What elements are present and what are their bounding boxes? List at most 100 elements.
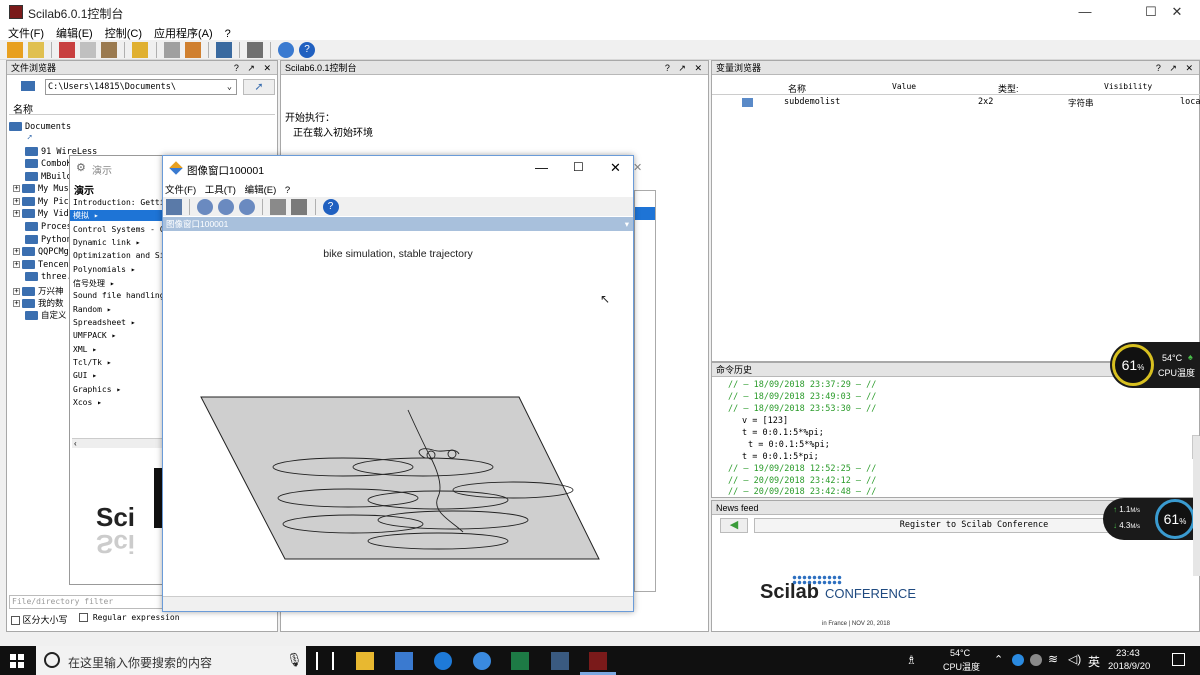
figure-menu-file[interactable]: 文件(F) [165,185,196,196]
demo-item[interactable]: 模拟 ▸ [70,210,164,221]
history-entry[interactable]: // — 18/09/2018 23:37:29 — // [728,380,876,390]
tray-volume-icon[interactable]: ◁) [1068,652,1081,666]
column-header[interactable]: 名称 [9,101,275,116]
path-combo[interactable]: C:\Users\14815\Documents\ ⌄ [45,79,237,95]
figure-menu-tools[interactable]: 工具(T) [205,185,236,196]
demo-item[interactable]: Spreadsheet ▸ [73,318,136,327]
history-entry[interactable]: v = [123] [742,416,788,426]
demo-item[interactable]: Tcl/Tk ▸ [73,358,112,367]
news-back-button[interactable]: ◀ [720,518,748,533]
cpu-widget[interactable]: 61% 54°C ♠ CPU温度 [1110,342,1200,388]
tree-item[interactable]: + My Pic [13,197,69,207]
figure-menu-help[interactable]: ? [285,185,290,196]
open-folder-icon[interactable] [28,42,45,58]
demo-item[interactable]: Graphics ▸ [73,385,121,394]
ime-indicator[interactable]: 英 [1088,653,1100,670]
datatip-icon[interactable] [166,199,182,215]
history-entry[interactable]: t = 0:0.1:5*%pi; [748,440,830,450]
col-value[interactable]: Value [892,82,916,91]
tree-item[interactable]: 自定义 [25,309,67,321]
demo-item[interactable]: Introduction: Getti [73,198,165,207]
menu-file[interactable]: 文件(F) [0,24,48,41]
clear-console-icon[interactable] [132,42,149,58]
dock-controls[interactable]: ? ↗ ✕ [665,61,705,75]
demos-icon[interactable] [278,42,294,58]
history-entry[interactable]: // — 18/09/2018 23:49:03 — // [728,392,876,402]
demo-hscrollbar[interactable]: ‹ [72,438,164,448]
zoom-out-icon[interactable] [239,199,256,215]
demo-item[interactable]: Random ▸ [73,305,112,314]
minimize-button[interactable]: — [1062,0,1108,24]
scilab-console-icon[interactable] [589,652,607,670]
demo-item[interactable]: UMFPACK ▸ [73,331,116,340]
tree-item[interactable]: three. [25,272,72,282]
browse-button[interactable]: ➚ [243,79,275,95]
demo-item[interactable]: GUI ▸ [73,371,97,380]
excel-icon[interactable] [511,652,529,670]
zoom-icon[interactable] [197,199,214,215]
clock-time[interactable]: 23:43 [1116,648,1140,659]
tree-item[interactable]: + 我的数 [13,297,64,309]
col-name[interactable]: 名称 [788,82,806,95]
demo-item[interactable]: Control Systems - C [73,225,165,234]
copy-icon[interactable] [80,42,97,58]
demo-sublist-selected[interactable] [635,207,655,220]
tree-item[interactable]: MBuild [25,172,72,182]
store-icon[interactable] [395,652,413,670]
tree-item[interactable]: + 万兴神 [13,285,64,297]
taskbar-search-box[interactable]: 在这里输入你要搜索的内容 🎙 [36,646,306,675]
folder-nav-icon[interactable] [21,81,35,91]
file-explorer-icon[interactable] [356,652,374,670]
xcos-icon[interactable] [215,42,232,58]
network-widget[interactable]: ↑ 1.1M/s ↓ 4.3M/s 61% [1103,498,1200,540]
task-view-icon[interactable] [316,652,334,670]
microphone-icon[interactable]: 🎙 [286,652,303,668]
new-file-icon[interactable] [7,42,23,58]
windows-start-icon[interactable] [10,654,24,668]
print-icon[interactable] [163,42,180,58]
variable-row[interactable]: subdemolist 2x2 字符串 local [712,96,1200,109]
menu-help[interactable]: ? [217,27,235,40]
dock-controls[interactable]: ? ↗ ✕ [1156,61,1196,75]
scilab-app-icon[interactable] [551,652,569,670]
figure-close-button[interactable]: ✕ [610,160,621,176]
menu-control[interactable]: 控制(C) [97,24,146,41]
demo-item[interactable]: Dynamic link ▸ [73,238,140,247]
dock-controls[interactable]: ? ↗ ✕ [234,61,274,75]
regex-checkbox[interactable]: Regular expression [79,613,180,622]
help-icon[interactable]: ? [299,42,316,58]
chevron-down-icon[interactable]: ⌄ [227,80,232,94]
people-icon[interactable]: ♗ [906,653,917,667]
scinotes-icon[interactable] [184,42,201,58]
action-center-icon[interactable] [1172,653,1185,666]
demo-item[interactable]: Sound file handling [73,291,165,300]
demo-item[interactable]: Polynomials ▸ [73,265,136,274]
history-entry[interactable]: // — 20/09/2018 23:42:48 — // [728,487,876,497]
history-entry[interactable]: // — 18/09/2018 23:53:30 — // [728,404,876,414]
figure-help-icon[interactable]: ? [322,199,339,215]
menu-applications[interactable]: 应用程序(A) [146,24,217,41]
rotate-icon[interactable] [270,199,287,215]
col-type[interactable]: 类型: [998,82,1019,95]
case-sensitive-checkbox[interactable]: 区分大小写 [11,613,68,626]
zoom-in-icon[interactable] [218,199,235,215]
baidu-netdisk-icon[interactable] [473,652,491,670]
demo-item[interactable]: Xcos ▸ [73,398,102,407]
tray-chevron-up-icon[interactable]: ⌃ [994,653,1003,666]
plot-canvas[interactable] [163,232,633,592]
tree-root[interactable]: Documents [9,122,71,132]
tray-network-icon[interactable]: ≋ [1048,652,1058,666]
module-manager-icon[interactable] [246,42,263,58]
history-entry[interactable]: // — 19/09/2018 12:52:25 — // [728,464,876,474]
tree-item[interactable]: + QQPCMg [13,247,69,257]
figure-maximize-button[interactable]: ☐ [573,160,584,174]
figure-menu-edit[interactable]: 编辑(E) [245,185,277,196]
history-entry[interactable]: t = 0:0.1:5*%pi; [742,428,824,438]
figure-minimize-button[interactable]: — [535,160,548,175]
tree-item[interactable]: + My Mus [13,184,69,194]
tree-item[interactable]: ComboK [25,159,72,169]
demo-item[interactable]: 信号处理 ▸ [73,278,115,289]
tree-item[interactable]: Proces [25,222,72,232]
close-icon[interactable]: ✕ [633,161,642,174]
tree-item[interactable]: + My Vid [13,209,69,219]
